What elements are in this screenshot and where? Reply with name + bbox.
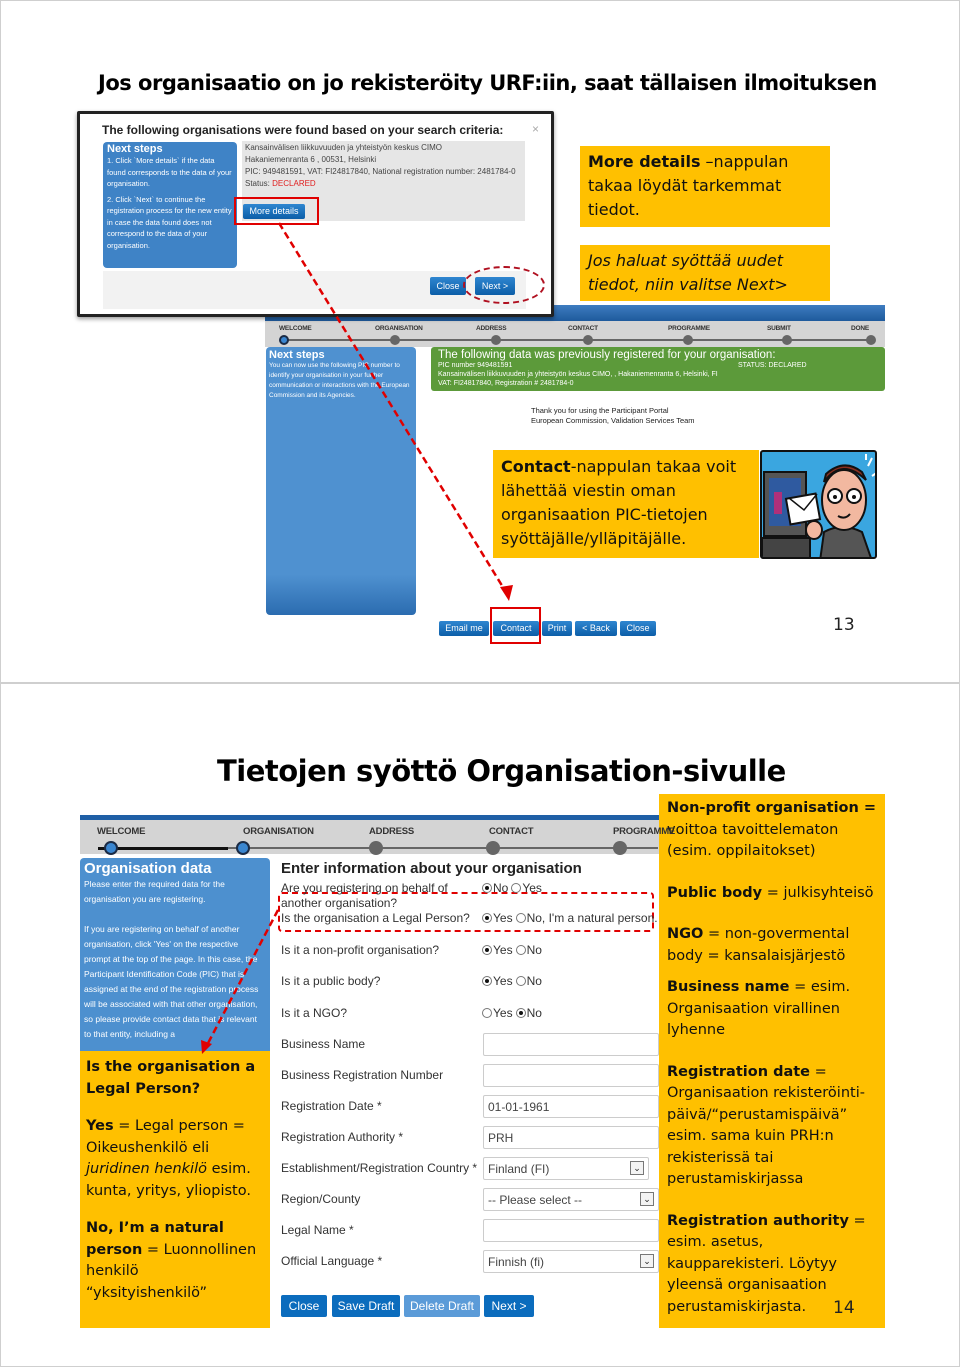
radio-group: Yes No, I'm a natural person. [482,911,658,925]
field-value: -- Please select -- [488,1193,583,1207]
question-label: Is it a NGO? [281,1006,348,1020]
text-field[interactable]: 01-01-1961 [483,1095,659,1118]
field-label: Registration Authority * [281,1130,404,1144]
question-label: Is it a public body? [281,974,381,988]
radio-option-label: Yes [493,943,513,957]
wizard-step-dot [583,335,593,345]
annotation-arrow-layer [277,222,513,601]
slide-14: Tietojen syöttö Organisation-sivulle Org… [0,683,960,1367]
select-field[interactable]: Finnish (fi) ⌄ [483,1250,659,1273]
wizard-step-label: SUBMIT [767,325,791,332]
wizard-step-dot [683,335,693,345]
chevron-down-icon[interactable]: ⌄ [640,1254,654,1268]
radio-button[interactable] [515,945,526,955]
field-value: Finland (FI) [488,1162,550,1176]
radio-option-label: Yes [493,974,513,988]
field-label: Region/County [281,1192,361,1206]
wizard-step-dot [390,335,400,345]
field-label: Establishment/Registration Country * [281,1161,478,1175]
radio-option-label: No, I'm a natural person. [526,911,658,925]
radio-button[interactable] [482,945,492,955]
wizard-step-dot [491,335,501,345]
dashed-arrow-line [204,909,280,1048]
radio-button[interactable] [482,1008,492,1018]
radio-option-label: No [526,974,542,988]
field-label: Legal Name * [281,1223,354,1237]
radio-group: No Yes [482,881,542,895]
radio-button[interactable] [482,913,492,923]
wizard-step-label: ORGANISATION [243,826,314,837]
field-label: Business Name [281,1037,366,1051]
select-field[interactable]: -- Please select -- ⌄ [483,1188,659,1211]
wizard-step-label: PROGRAMME [668,325,710,332]
wizard-step-dot [369,841,383,855]
wizard-step-label: ORGANISATION [375,325,423,332]
wizard-step-label: CONTACT [568,325,598,332]
wizard-step-label: WELCOME [97,826,146,837]
field-label: Business Registration Number [281,1068,444,1082]
radio-group: Yes No [482,943,542,957]
radio-button[interactable] [482,976,492,986]
question-label: Are you registering on behalf of another… [281,881,448,910]
wizard-step-label: ADDRESS [476,325,507,332]
wizard-step-dot [782,335,792,345]
text-field[interactable] [483,1064,659,1087]
radio-group: Yes No [482,1006,542,1020]
text-field[interactable] [483,1033,659,1056]
arrow-head-icon [500,585,513,601]
question-label: Is it a non-profit organisation? [281,943,440,957]
arrow-head-icon [201,1040,212,1054]
wizard-step-label: PROGRAMME [613,826,676,837]
text-field[interactable] [483,1219,659,1242]
radio-button[interactable] [515,1008,526,1018]
dashed-arrow-line [277,222,511,598]
radio-button[interactable] [515,913,526,923]
wizard-step-dot [866,335,876,345]
radio-option-label: No [526,1006,542,1020]
field-label: Official Language * [281,1254,383,1268]
radio-button[interactable] [482,883,492,893]
field-value: 01-01-1961 [488,1100,550,1114]
radio-button[interactable] [511,883,522,893]
field-value: PRH [488,1131,514,1145]
question-label: Is the organisation a Legal Person? [281,911,470,925]
select-field[interactable]: Finland (FI) ⌄ [483,1157,649,1180]
wizard-step-label: DONE [851,325,869,332]
page-number: 13 [833,615,855,635]
radio-option-label: Yes [493,911,513,925]
wizard-step-dot [104,841,118,855]
chevron-down-icon[interactable]: ⌄ [630,1161,644,1175]
chevron-down-icon[interactable]: ⌄ [640,1192,654,1206]
radio-option-label: Yes [493,1006,513,1020]
slide-13: Jos organisaatio on jo rekisteröity URF:… [0,0,960,683]
wizard-step-dot [613,841,627,855]
wizard-step-dot [486,841,500,855]
annotation-arrow-layer [201,909,280,1054]
radio-option-label: No [526,943,542,957]
wizard-step-label: CONTACT [489,826,534,837]
wizard-step-label: ADDRESS [369,826,415,837]
field-label: Registration Date * [281,1099,382,1113]
radio-option-label: No [493,881,509,895]
field-value: Finnish (fi) [488,1255,545,1269]
wizard-step-dot [279,335,289,345]
wizard-step-label: WELCOME [279,325,312,332]
radio-button[interactable] [515,976,526,986]
text-field[interactable]: PRH [483,1126,659,1149]
wizard-step-dot [236,841,250,855]
radio-option-label: Yes [522,881,542,895]
radio-group: Yes No [482,974,542,988]
